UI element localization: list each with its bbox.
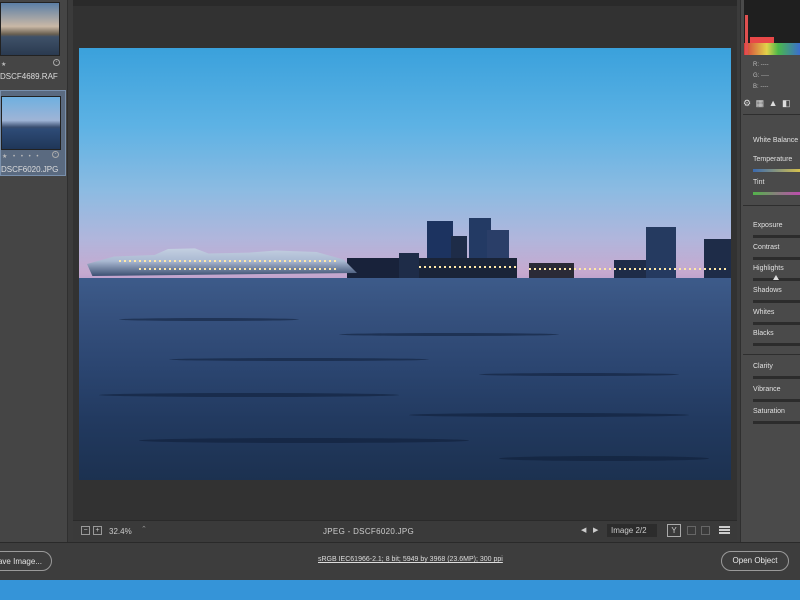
file-info: JPEG - DSCF6020.JPG [323, 527, 415, 536]
thumbnail-image[interactable] [1, 96, 61, 150]
filmstrip-item-name: DSCF6020.JPG [1, 165, 59, 174]
rating-stars[interactable]: ★ [1, 61, 8, 68]
camera-raw-window: ★ ◦ DSCF4689.RAF ★ • • • • ◦ DSCF6020.JP… [0, 0, 800, 600]
histogram [744, 0, 800, 55]
thumbnail-image[interactable] [0, 2, 60, 56]
shadows-label: Shadows [753, 287, 782, 294]
tint-label: Tint [753, 179, 765, 186]
clarity-label: Clarity [753, 363, 773, 370]
image-count: Image 2/2 [607, 524, 657, 537]
before-after-button[interactable]: Y [667, 524, 681, 537]
blacks-label: Blacks [753, 330, 774, 337]
filmstrip-item-selected[interactable]: ★ • • • • ◦ DSCF6020.JPG [0, 90, 66, 176]
preview-top-strip [73, 0, 737, 6]
water-surface [79, 278, 731, 480]
panel-tabs[interactable]: ⚙ ▦ ▲ ◧ [743, 98, 800, 110]
whites-slider[interactable] [753, 322, 800, 325]
rating-stars[interactable]: ★ • • • • [2, 153, 40, 160]
next-image-button[interactable]: ▶ [593, 526, 598, 534]
temperature-slider[interactable] [753, 169, 800, 172]
exposure-slider[interactable] [753, 235, 800, 238]
whites-label: Whites [753, 309, 775, 316]
panel-divider [743, 114, 800, 115]
swap-icon[interactable] [687, 526, 696, 535]
white-balance-label[interactable]: White Balance [753, 137, 798, 144]
filmstrip-item[interactable]: ★ ◦ DSCF4689.RAF [0, 0, 66, 88]
accent-bar [0, 580, 800, 600]
saturation-slider[interactable] [753, 421, 800, 424]
filmstrip-item-name: DSCF4689.RAF [0, 72, 58, 81]
blue-readout: B: ---- [753, 84, 769, 90]
clarity-slider[interactable] [753, 376, 800, 379]
temperature-label: Temperature [753, 156, 793, 163]
copy-settings-icon[interactable] [701, 526, 710, 535]
workflow-options-link[interactable]: sRGB IEC61966-2.1; 8 bit; 5949 by 3968 (… [318, 556, 503, 563]
panel-divider [743, 205, 800, 206]
adjustments-panel: R: ---- G: ---- B: ---- ⚙ ▦ ▲ ◧ White Ba… [740, 0, 800, 542]
contrast-label: Contrast [753, 244, 780, 251]
contrast-slider[interactable] [753, 257, 800, 260]
highlights-slider-thumb[interactable] [773, 275, 779, 280]
preview-settings-icon[interactable] [719, 525, 730, 536]
red-readout: R: ---- [753, 62, 769, 68]
zoom-menu-icon[interactable]: ⌃ [141, 525, 147, 533]
vibrance-slider[interactable] [753, 399, 800, 402]
rgb-readout: R: ---- G: ---- B: ---- [753, 60, 769, 93]
zoom-out-button[interactable]: − [81, 526, 90, 535]
zoom-level[interactable]: 32.4% [109, 527, 132, 536]
saturation-label: Saturation [753, 408, 785, 415]
previous-image-button[interactable]: ◀ [581, 526, 586, 534]
panel-divider [743, 354, 800, 355]
tint-slider[interactable] [753, 192, 800, 195]
save-image-button[interactable]: Save Image... [0, 551, 52, 571]
zoom-in-button[interactable]: + [93, 526, 102, 535]
blacks-slider[interactable] [753, 343, 800, 346]
open-object-button[interactable]: Open Object [721, 551, 789, 571]
edit-badge-icon: ◦ [53, 59, 60, 66]
shadows-slider[interactable] [753, 300, 800, 303]
preview-toolbar: − + 32.4% ⌃ JPEG - DSCF6020.JPG ◀ ▶ Imag… [73, 520, 737, 540]
preview-photo[interactable] [79, 48, 731, 480]
green-readout: G: ---- [753, 73, 769, 79]
exposure-label: Exposure [753, 222, 783, 229]
action-bar: Save Image... sRGB IEC61966-2.1; 8 bit; … [0, 542, 800, 580]
filmstrip: ★ ◦ DSCF4689.RAF ★ • • • • ◦ DSCF6020.JP… [0, 0, 68, 542]
highlights-label: Highlights [753, 265, 784, 272]
vibrance-label: Vibrance [753, 386, 781, 393]
edit-badge-icon: ◦ [52, 151, 59, 158]
